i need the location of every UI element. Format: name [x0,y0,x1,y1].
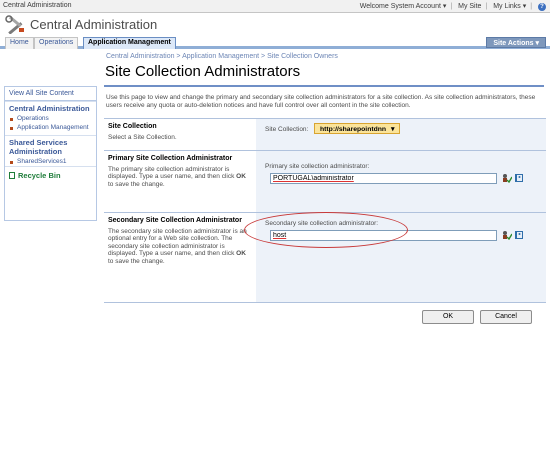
tab-home[interactable]: Home [5,37,34,49]
help-text: to save the change. [108,257,165,265]
primary-admin-help: The primary site collection administrato… [108,166,252,189]
app-title[interactable]: Central Administration [30,17,157,32]
secondary-admin-label: Secondary Site Collection Administrator [108,217,242,224]
help-text: The secondary site collection administra… [108,227,247,258]
highlight-ellipse [244,212,408,248]
address-book-icon[interactable] [514,230,524,240]
sidebar-item-operations[interactable]: Operations [5,114,96,123]
separator: | [485,3,488,10]
breadcrumb[interactable]: Central Administration > Application Man… [106,53,338,60]
page-title: Site Collection Administrators [105,63,301,80]
help-ok-text: OK [236,173,246,180]
my-links-menu[interactable]: My Links ▾ [493,3,526,10]
top-link-bar: Central Administration Welcome System Ac… [0,0,550,13]
ok-button[interactable]: OK [422,310,474,324]
site-collection-control: Site Collection: http://sharepointdnn ▾ [256,119,546,150]
site-name-link[interactable]: Central Administration [3,2,71,9]
help-text: The primary site collection administrato… [108,165,237,181]
sidebar-heading-shared-services[interactable]: Shared Services Administration [5,135,96,157]
site-collection-field-label: Site Collection: [265,126,309,133]
site-collection-help: Select a Site Collection. [108,133,177,141]
primary-admin-section: Primary Site Collection Administrator Th… [104,150,546,212]
site-actions-menu[interactable]: Site Actions ▾ [486,37,546,48]
separator: | [450,3,453,10]
secondary-admin-help: The secondary site collection administra… [108,228,252,266]
site-collection-label: Site Collection [108,123,157,130]
help-icon[interactable]: ? [538,3,546,11]
site-collection-value: http://sharepointdnn [320,126,387,133]
button-bar: OK Cancel [104,302,546,326]
sidebar-heading-central-admin[interactable]: Central Administration [5,101,96,114]
dropdown-arrow-icon: ▾ [390,126,395,133]
tab-application-management[interactable]: Application Management [83,37,176,49]
my-site-link[interactable]: My Site [458,3,481,10]
site-collection-description: Site Collection Select a Site Collection… [104,119,256,150]
check-names-icon[interactable] [502,230,512,240]
tools-icon [5,15,24,34]
site-collection-section: Site Collection Select a Site Collection… [104,118,546,150]
welcome-menu[interactable]: Welcome System Account ▾ [360,3,447,10]
help-text: to save the change. [108,180,165,188]
recycle-bin-icon [9,172,15,179]
primary-admin-label: Primary Site Collection Administrator [108,155,233,162]
title-divider [104,85,544,87]
top-nav: Home Operations Application Management S… [0,36,550,49]
primary-admin-description: Primary Site Collection Administrator Th… [104,151,256,212]
site-header: Central Administration [0,13,550,35]
top-right-links: Welcome System Account ▾ | My Site | My … [358,2,546,11]
check-names-icon[interactable] [502,173,512,183]
view-all-site-content-link[interactable]: View All Site Content [5,87,96,101]
recycle-bin-link[interactable]: Recycle Bin [5,166,96,182]
recycle-bin-label: Recycle Bin [18,171,61,180]
sidebar-item-application-management[interactable]: Application Management [5,123,96,132]
primary-admin-field-label: Primary site collection administrator: [265,163,370,170]
cancel-button[interactable]: Cancel [480,310,532,324]
site-collection-selector[interactable]: http://sharepointdnn ▾ [314,123,401,134]
separator: | [530,3,533,10]
secondary-admin-description: Secondary Site Collection Administrator … [104,213,256,302]
quick-launch: View All Site Content Central Administra… [4,86,97,221]
page-description: Use this page to view and change the pri… [106,94,536,109]
tab-operations[interactable]: Operations [34,37,79,49]
primary-admin-input[interactable] [270,173,497,184]
primary-admin-control: Primary site collection administrator: [256,151,546,212]
help-ok-text: OK [236,250,246,257]
sidebar-item-sharedservices1[interactable]: SharedServices1 [5,157,96,166]
address-book-icon[interactable] [514,173,524,183]
